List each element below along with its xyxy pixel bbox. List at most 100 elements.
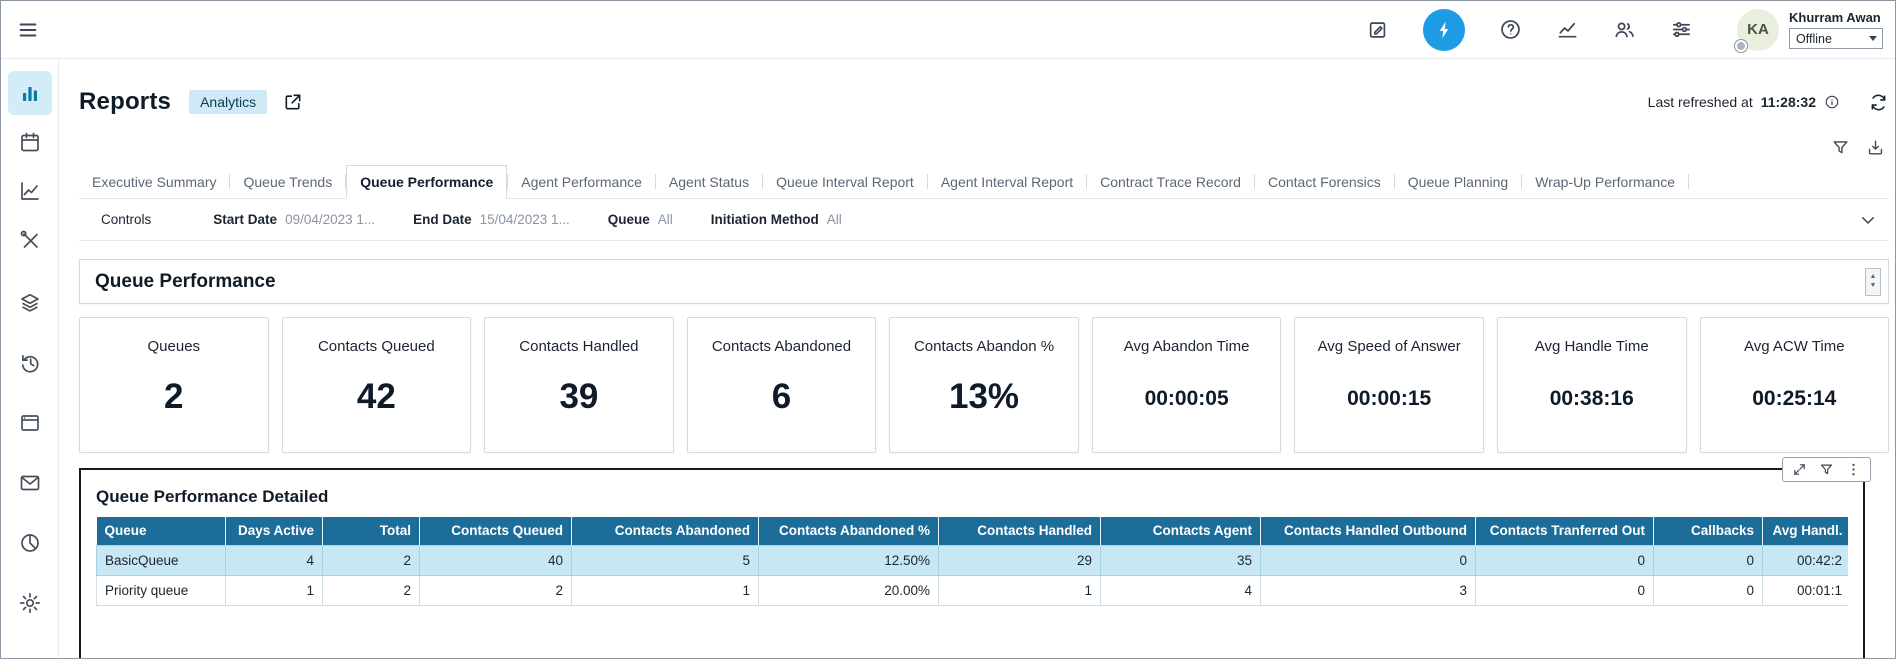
tab-contract-trace-record[interactable]: Contract Trace Record — [1087, 165, 1254, 198]
cell: 12.50% — [759, 545, 939, 575]
kpi-label: Contacts Handled — [485, 338, 673, 355]
sidebar-item-reports[interactable] — [8, 71, 52, 115]
column-header[interactable]: Contacts Handled Outbound — [1261, 517, 1476, 545]
sidebar-item-history[interactable] — [8, 341, 52, 385]
tab-queue-performance[interactable]: Queue Performance — [346, 165, 507, 199]
tab-queue-interval-report[interactable]: Queue Interval Report — [763, 165, 927, 198]
table-container: Queue Days Active Total Contacts Queued … — [96, 517, 1848, 606]
cell: 4 — [226, 545, 323, 575]
column-header[interactable]: Avg Handl. — [1763, 517, 1849, 545]
table-row-priority-queue[interactable]: Priority queue 1 2 2 1 20.00% 1 4 3 0 0 — [97, 575, 1849, 605]
sidebar-item-trends[interactable] — [8, 169, 52, 213]
caret-down-icon — [1869, 36, 1877, 41]
column-header[interactable]: Contacts Handled — [939, 517, 1101, 545]
agent-status-select[interactable]: Offline — [1789, 28, 1883, 49]
kpi-label: Avg Handle Time — [1498, 338, 1686, 355]
spinner-up-icon: ▲ — [1870, 273, 1877, 281]
sidebar-item-settings[interactable] — [8, 581, 52, 625]
control-value: All — [658, 212, 673, 227]
control-label: Queue — [608, 212, 650, 227]
tab-agent-interval-report[interactable]: Agent Interval Report — [928, 165, 1086, 198]
tab-wrap-up-performance[interactable]: Wrap-Up Performance — [1522, 165, 1688, 198]
open-in-new-icon[interactable] — [283, 92, 303, 112]
tab-contact-forensics[interactable]: Contact Forensics — [1255, 165, 1394, 198]
sidebar-item-calendar[interactable] — [8, 120, 52, 164]
column-header[interactable]: Days Active — [226, 517, 323, 545]
kpi-label: Avg ACW Time — [1701, 338, 1889, 355]
sidebar-item-layers[interactable] — [8, 281, 52, 325]
cell: 1 — [939, 575, 1101, 605]
cell: 2 — [323, 545, 420, 575]
filter-icon[interactable] — [1831, 138, 1850, 157]
control-queue[interactable]: Queue All — [608, 212, 673, 227]
column-header[interactable]: Contacts Agent — [1101, 517, 1261, 545]
cell: 35 — [1101, 545, 1261, 575]
contacts-people-icon[interactable] — [1613, 18, 1636, 41]
control-end-date[interactable]: End Date 15/04/2023 1... — [413, 212, 570, 227]
kpi-label: Contacts Abandoned — [688, 338, 876, 355]
sidebar-item-mail[interactable] — [8, 461, 52, 505]
page-title: Reports — [79, 88, 171, 116]
tab-executive-summary[interactable]: Executive Summary — [79, 165, 229, 198]
sidebar-item-pie[interactable] — [8, 521, 52, 565]
control-label: Start Date — [213, 212, 277, 227]
filter-icon[interactable] — [1819, 462, 1834, 477]
last-refreshed: Last refreshed at 11:28:32 — [1648, 94, 1840, 110]
tab-queue-trends[interactable]: Queue Trends — [230, 165, 345, 198]
tab-agent-status[interactable]: Agent Status — [656, 165, 762, 198]
column-header[interactable]: Total — [323, 517, 420, 545]
column-header[interactable]: Contacts Abandoned % — [759, 517, 939, 545]
table-row-basicqueue[interactable]: BasicQueue 4 2 40 5 12.50% 29 35 0 0 0 — [97, 545, 1849, 575]
kpi-label: Avg Abandon Time — [1093, 338, 1281, 355]
tab-agent-performance[interactable]: Agent Performance — [508, 165, 655, 198]
feedback-note-icon[interactable] — [1367, 19, 1389, 41]
history-icon — [18, 351, 42, 375]
hamburger-menu-icon[interactable] — [17, 19, 39, 41]
export-download-icon[interactable] — [1866, 138, 1885, 157]
user-area: KA Khurram Awan Offline — [1737, 9, 1883, 51]
window-icon — [18, 411, 42, 435]
kpi-label: Contacts Abandon % — [890, 338, 1078, 355]
sidebar-item-browser[interactable] — [8, 401, 52, 445]
info-icon[interactable] — [1824, 94, 1840, 110]
kebab-menu-icon[interactable] — [1846, 462, 1861, 477]
kpi-value: 00:00:15 — [1295, 387, 1483, 411]
quick-connect-lightning-icon[interactable] — [1423, 9, 1465, 51]
spinner-control[interactable]: ▲▼ — [1865, 268, 1881, 296]
kpi-card-contacts-abandon-pct: Contacts Abandon % 13% — [889, 317, 1079, 453]
expand-icon[interactable] — [1792, 462, 1807, 477]
column-header[interactable]: Contacts Tranferred Out — [1476, 517, 1654, 545]
sidebar-item-tools[interactable] — [8, 218, 52, 262]
refresh-icon[interactable] — [1868, 92, 1889, 113]
cell: 0 — [1476, 575, 1654, 605]
control-value: All — [827, 212, 842, 227]
tab-queue-planning[interactable]: Queue Planning — [1395, 165, 1521, 198]
presence-status-dot — [1735, 40, 1747, 52]
kpi-card-avg-speed-of-answer: Avg Speed of Answer 00:00:15 — [1294, 317, 1484, 453]
report-tabs: Executive Summary Queue Trends Queue Per… — [79, 165, 1889, 199]
controls-bar: Controls Start Date 09/04/2023 1... End … — [79, 199, 1889, 241]
cell: 1 — [572, 575, 759, 605]
column-header[interactable]: Contacts Abandoned — [572, 517, 759, 545]
bar-chart-icon — [18, 81, 42, 105]
sidebar — [1, 59, 59, 658]
kpi-row: Queues 2 Contacts Queued 42 Contacts Han… — [79, 317, 1889, 453]
column-header[interactable]: Contacts Queued — [420, 517, 572, 545]
settings-sliders-icon[interactable] — [1670, 18, 1693, 41]
kpi-value: 2 — [80, 377, 268, 417]
cell: BasicQueue — [97, 545, 226, 575]
column-header[interactable]: Callbacks — [1654, 517, 1763, 545]
control-start-date[interactable]: Start Date 09/04/2023 1... — [213, 212, 375, 227]
help-icon[interactable] — [1499, 18, 1522, 41]
queue-performance-detailed-panel: Queue Performance Detailed Queue Days Ac… — [79, 468, 1865, 659]
cell: 20.00% — [759, 575, 939, 605]
column-header[interactable]: Queue — [97, 517, 226, 545]
metrics-chart-icon[interactable] — [1556, 18, 1579, 41]
control-initiation-method[interactable]: Initiation Method All — [711, 212, 842, 227]
cell: 0 — [1476, 545, 1654, 575]
gear-icon — [18, 591, 42, 615]
app-body: Reports Analytics Last refreshed at 11:2… — [1, 59, 1895, 658]
avatar: KA — [1737, 9, 1779, 51]
kpi-card-avg-handle-time: Avg Handle Time 00:38:16 — [1497, 317, 1687, 453]
chevron-down-icon[interactable] — [1859, 211, 1877, 229]
